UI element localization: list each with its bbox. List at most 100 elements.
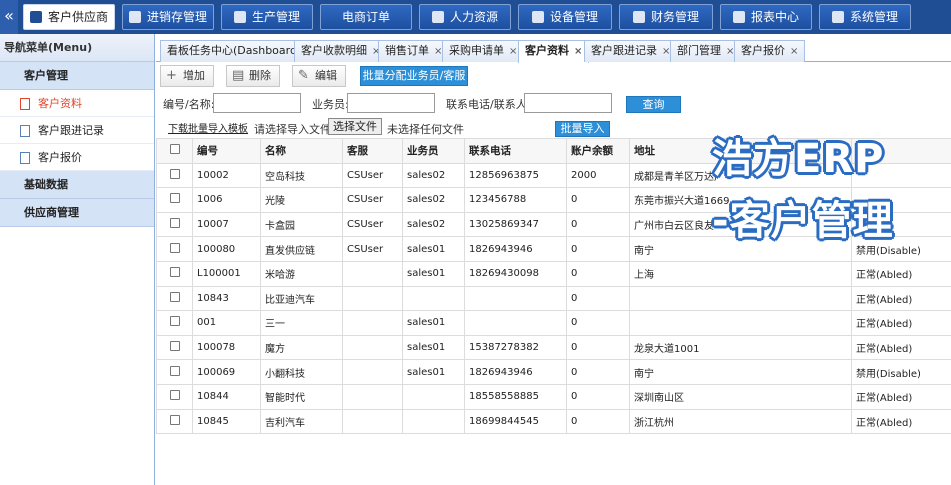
sidebar-item-customer-followup[interactable]: 客户跟进记录: [0, 117, 154, 144]
sidebar-item-customer-quote[interactable]: 客户报价: [0, 144, 154, 171]
nav-ecommerce-orders[interactable]: 电商订单: [320, 4, 412, 30]
query-button[interactable]: 查询: [626, 96, 681, 113]
checkbox[interactable]: [169, 168, 180, 179]
checkbox[interactable]: [169, 291, 180, 302]
checkbox[interactable]: [169, 316, 180, 327]
cell-service: CSUser: [342, 236, 403, 262]
col-header-code[interactable]: 编号: [192, 138, 261, 164]
cell-address: 浙江杭州: [629, 408, 852, 435]
row-checkbox-cell[interactable]: [156, 187, 193, 213]
batch-assign-button[interactable]: 批量分配业务员/客服: [360, 66, 468, 86]
cell-name: 小翻科技: [260, 359, 343, 385]
close-icon[interactable]: ×: [790, 46, 798, 57]
cell-service: [342, 260, 403, 287]
row-checkbox-cell[interactable]: [156, 236, 193, 262]
cell-phone: 1826943946: [464, 359, 567, 385]
tab-customer-receipts[interactable]: 客户收款明细 ×: [294, 40, 388, 62]
sidebar-item-customer-info[interactable]: 客户资料: [0, 90, 154, 117]
checkbox[interactable]: [169, 218, 180, 229]
code-name-input[interactable]: [213, 93, 301, 113]
table-row[interactable]: 100069 小翻科技 sales01 1826943946 0 南宁 禁用(Disable…: [156, 359, 951, 385]
close-icon[interactable]: ×: [574, 46, 582, 57]
cell-code: 10844: [192, 383, 261, 410]
watermark-title: 浩方ERP: [712, 136, 885, 182]
nav-label: 人力资源: [449, 10, 498, 24]
row-checkbox-cell[interactable]: [156, 260, 193, 287]
close-icon[interactable]: ×: [509, 46, 517, 57]
nav-finance[interactable]: 财务管理: [619, 4, 713, 30]
select-all-checkbox[interactable]: [156, 138, 193, 164]
col-header-balance[interactable]: 账户余额: [566, 138, 630, 164]
cell-salesman: [402, 285, 465, 312]
col-header-phone[interactable]: 联系电话: [464, 138, 567, 164]
nav-label: 客户供应商: [47, 10, 108, 24]
cell-salesman: [402, 408, 465, 435]
document-icon: [20, 98, 30, 110]
cell-balance: 0: [566, 260, 630, 287]
tab-customer-followup[interactable]: 客户跟进记录 ×: [584, 40, 678, 62]
cell-balance: 0: [566, 285, 630, 312]
choose-file-label: 请选择导入文件:: [254, 123, 335, 136]
row-checkbox-cell[interactable]: [156, 408, 193, 435]
tab-label: 部门管理: [677, 44, 721, 57]
sidebar-group-customer[interactable]: 客户管理: [0, 62, 154, 90]
tab-purchase-request[interactable]: 采购申请单 ×: [442, 40, 525, 62]
cell-service: [342, 359, 403, 385]
cell-name: 吉利汽车: [260, 408, 343, 435]
row-checkbox-cell[interactable]: [156, 211, 193, 238]
table-row[interactable]: 001 三一 sales01 0 正常(Abled): [156, 310, 951, 336]
checkbox[interactable]: [169, 365, 180, 376]
row-checkbox-cell[interactable]: [156, 285, 193, 312]
checkbox[interactable]: [169, 390, 180, 401]
tab-customer-quote[interactable]: 客户报价 ×: [734, 40, 806, 62]
checkbox[interactable]: [169, 267, 180, 278]
checkbox[interactable]: [169, 341, 180, 352]
add-button[interactable]: + 增加: [160, 65, 214, 87]
tab-customer-info[interactable]: 客户资料 ×: [518, 40, 590, 63]
nav-report-center[interactable]: 报表中心: [720, 4, 812, 30]
checkbox[interactable]: [169, 242, 180, 253]
sidebar-group-basic-data[interactable]: 基础数据: [0, 171, 154, 199]
choose-file-button[interactable]: 选择文件: [328, 118, 382, 135]
tab-dashboard[interactable]: 看板任务中心(Dashboard): [160, 40, 309, 62]
watermark-subtitle: -客户管理: [712, 198, 894, 244]
table-row[interactable]: 10845 吉利汽车 18699844545 0 浙江杭州 正常(Abled): [156, 408, 951, 435]
salesman-input[interactable]: [347, 93, 435, 113]
row-checkbox-cell[interactable]: [156, 310, 193, 336]
download-template-link[interactable]: 下载批量导入模板: [168, 120, 248, 135]
nav-customer-supplier[interactable]: 客户供应商: [23, 4, 115, 30]
table-row[interactable]: 100078 魔方 sales01 15387278382 0 龙泉大道1001 正常(Ab…: [156, 334, 951, 361]
add-label: 增加: [183, 69, 205, 82]
sidebar-group-supplier[interactable]: 供应商管理: [0, 199, 154, 227]
row-checkbox-cell[interactable]: [156, 334, 193, 361]
cell-name: 智能时代: [260, 383, 343, 410]
col-header-name[interactable]: 名称: [260, 138, 343, 164]
delete-button[interactable]: ▤ 删除: [226, 65, 280, 87]
tab-department[interactable]: 部门管理 ×: [670, 40, 742, 62]
nav-human-resources[interactable]: 人力资源: [419, 4, 511, 30]
row-checkbox-cell[interactable]: [156, 359, 193, 385]
edit-button[interactable]: ✎ 编辑: [292, 65, 346, 87]
cell-phone: 18699844545: [464, 408, 567, 435]
nav-inventory[interactable]: 进销存管理: [122, 4, 214, 30]
table-row[interactable]: 10844 智能时代 18558558885 0 深圳南山区 正常(Abled): [156, 383, 951, 410]
row-checkbox-cell[interactable]: [156, 383, 193, 410]
checkbox[interactable]: [169, 193, 180, 204]
checkbox[interactable]: [169, 414, 180, 425]
nav-equipment[interactable]: 设备管理: [518, 4, 612, 30]
cell-address: 上海: [629, 260, 852, 287]
collapse-sidebar-icon[interactable]: «: [0, 0, 18, 34]
tab-label: 看板任务中心(Dashboard): [167, 44, 302, 57]
nav-system[interactable]: 系统管理: [819, 4, 911, 30]
col-header-service[interactable]: 客服: [342, 138, 403, 164]
row-checkbox-cell[interactable]: [156, 162, 193, 189]
nav-production[interactable]: 生产管理: [221, 4, 313, 30]
table-row[interactable]: L100001 米哈游 sales01 18269430098 0 上海 正常(Abled): [156, 260, 951, 287]
col-header-salesman[interactable]: 业务员: [402, 138, 465, 164]
batch-import-button[interactable]: 批量导入: [555, 121, 610, 137]
checkbox[interactable]: [169, 144, 180, 155]
table-row[interactable]: 10843 比亚迪汽车 0 正常(Abled): [156, 285, 951, 312]
nav-label: 财务管理: [650, 10, 699, 24]
tab-sales-order[interactable]: 销售订单 ×: [378, 40, 450, 62]
contact-input[interactable]: [524, 93, 612, 113]
